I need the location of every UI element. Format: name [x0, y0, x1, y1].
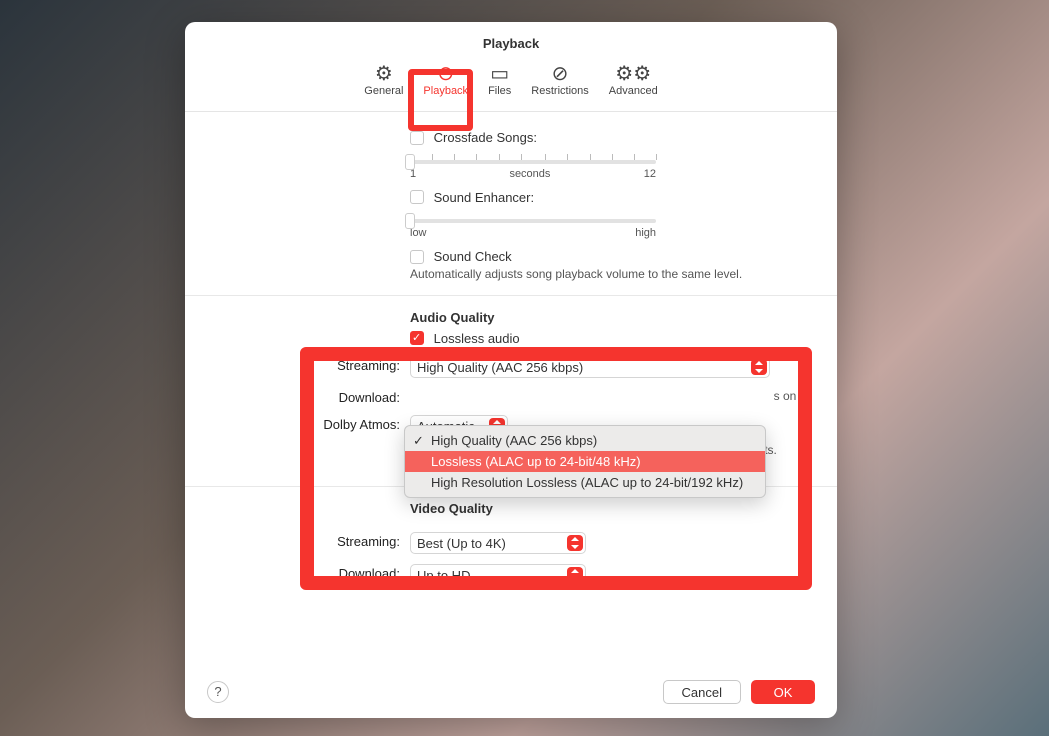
- tab-files[interactable]: ▭ Files: [478, 59, 521, 101]
- enhancer-row: Sound Enhancer: low high: [215, 190, 807, 240]
- video-streaming-row: Streaming: Best (Up to 4K): [215, 532, 807, 554]
- lossless-checkbox[interactable]: [410, 331, 424, 345]
- tab-advanced[interactable]: ⚙︎⚙︎ Advanced: [599, 59, 668, 101]
- select-value: Up to HD: [417, 568, 470, 583]
- tab-label: Playback: [423, 85, 468, 97]
- video-quality-heading: Video Quality: [410, 501, 807, 516]
- enhancer-slider[interactable]: [410, 219, 656, 223]
- no-entry-icon: ⊘: [552, 63, 569, 85]
- download-desc-fragment: s on: [774, 389, 797, 403]
- chevron-updown-icon: [751, 359, 767, 375]
- select-value: High Quality (AAC 256 kbps): [417, 360, 583, 375]
- crossfade-row: Crossfade Songs: 1 seconds 12: [215, 130, 807, 180]
- video-streaming-select[interactable]: Best (Up to 4K): [410, 532, 586, 554]
- crossfade-slider[interactable]: [410, 160, 656, 164]
- audio-streaming-label: Streaming:: [215, 356, 410, 373]
- select-value: Best (Up to 4K): [417, 536, 506, 551]
- crossfade-checkbox[interactable]: [410, 131, 424, 145]
- settings-body: Crossfade Songs: 1 seconds 12 Soun: [185, 112, 837, 586]
- help-button[interactable]: ?: [207, 681, 229, 703]
- play-circle-icon: ⊙: [437, 63, 454, 85]
- tab-restrictions[interactable]: ⊘ Restrictions: [521, 59, 598, 101]
- cancel-button[interactable]: Cancel: [663, 680, 741, 704]
- audio-quality-heading: Audio Quality: [410, 310, 807, 325]
- tab-label: General: [364, 85, 403, 97]
- video-download-label: Download:: [215, 564, 410, 581]
- slider-thumb[interactable]: [405, 154, 415, 170]
- popup-option-hires-lossless[interactable]: High Resolution Lossless (ALAC up to 24-…: [405, 472, 765, 493]
- crossfade-label: Crossfade Songs:: [434, 130, 537, 145]
- soundcheck-label: Sound Check: [434, 249, 512, 264]
- audio-heading-row: Audio Quality Lossless audio: [215, 310, 807, 347]
- video-heading-row: Video Quality: [215, 501, 807, 522]
- crossfade-slider-labels: 1 seconds 12: [410, 168, 656, 180]
- window-title: Playback: [185, 22, 837, 51]
- ok-button[interactable]: OK: [751, 680, 815, 704]
- tab-general[interactable]: ⚙︎ General: [354, 59, 413, 101]
- enhancer-checkbox[interactable]: [410, 190, 424, 204]
- chevron-updown-icon: [567, 567, 583, 583]
- video-streaming-label: Streaming:: [215, 532, 410, 549]
- enhancer-slider-labels: low high: [410, 227, 656, 239]
- chevron-updown-icon: [567, 535, 583, 551]
- enhancer-label: Sound Enhancer:: [434, 190, 534, 205]
- video-download-row: Download: Up to HD: [215, 564, 807, 586]
- tab-playback[interactable]: ⊙ Playback: [413, 59, 478, 101]
- popup-option-lossless[interactable]: Lossless (ALAC up to 24-bit/48 kHz): [405, 451, 765, 472]
- audio-streaming-select[interactable]: High Quality (AAC 256 kbps): [410, 356, 770, 378]
- video-download-select[interactable]: Up to HD: [410, 564, 586, 586]
- soundcheck-row: Sound Check Automatically adjusts song p…: [215, 249, 807, 281]
- tab-label: Advanced: [609, 85, 658, 97]
- slider-thumb[interactable]: [405, 213, 415, 229]
- download-quality-popup: High Quality (AAC 256 kbps) Lossless (AL…: [404, 425, 766, 498]
- audio-download-row: Download: s on: [215, 388, 807, 405]
- tab-label: Restrictions: [531, 85, 588, 97]
- gears-icon: ⚙︎⚙︎: [615, 63, 651, 85]
- audio-download-label: Download:: [215, 388, 410, 405]
- popup-option-high-quality[interactable]: High Quality (AAC 256 kbps): [405, 430, 765, 451]
- footer: ? Cancel OK: [185, 666, 837, 718]
- soundcheck-desc: Automatically adjusts song playback volu…: [410, 267, 807, 281]
- soundcheck-checkbox[interactable]: [410, 250, 424, 264]
- lossless-label: Lossless audio: [434, 331, 520, 346]
- audio-streaming-row: Streaming: High Quality (AAC 256 kbps): [215, 356, 807, 378]
- divider: [185, 295, 837, 296]
- dolby-label: Dolby Atmos:: [215, 415, 410, 432]
- toolbar: ⚙︎ General ⊙ Playback ▭ Files ⊘ Restrict…: [185, 59, 837, 112]
- gear-icon: ⚙︎: [375, 63, 393, 85]
- folder-icon: ▭: [490, 63, 509, 85]
- preferences-sheet: Playback ⚙︎ General ⊙ Playback ▭ Files ⊘…: [185, 22, 837, 718]
- tab-label: Files: [488, 85, 511, 97]
